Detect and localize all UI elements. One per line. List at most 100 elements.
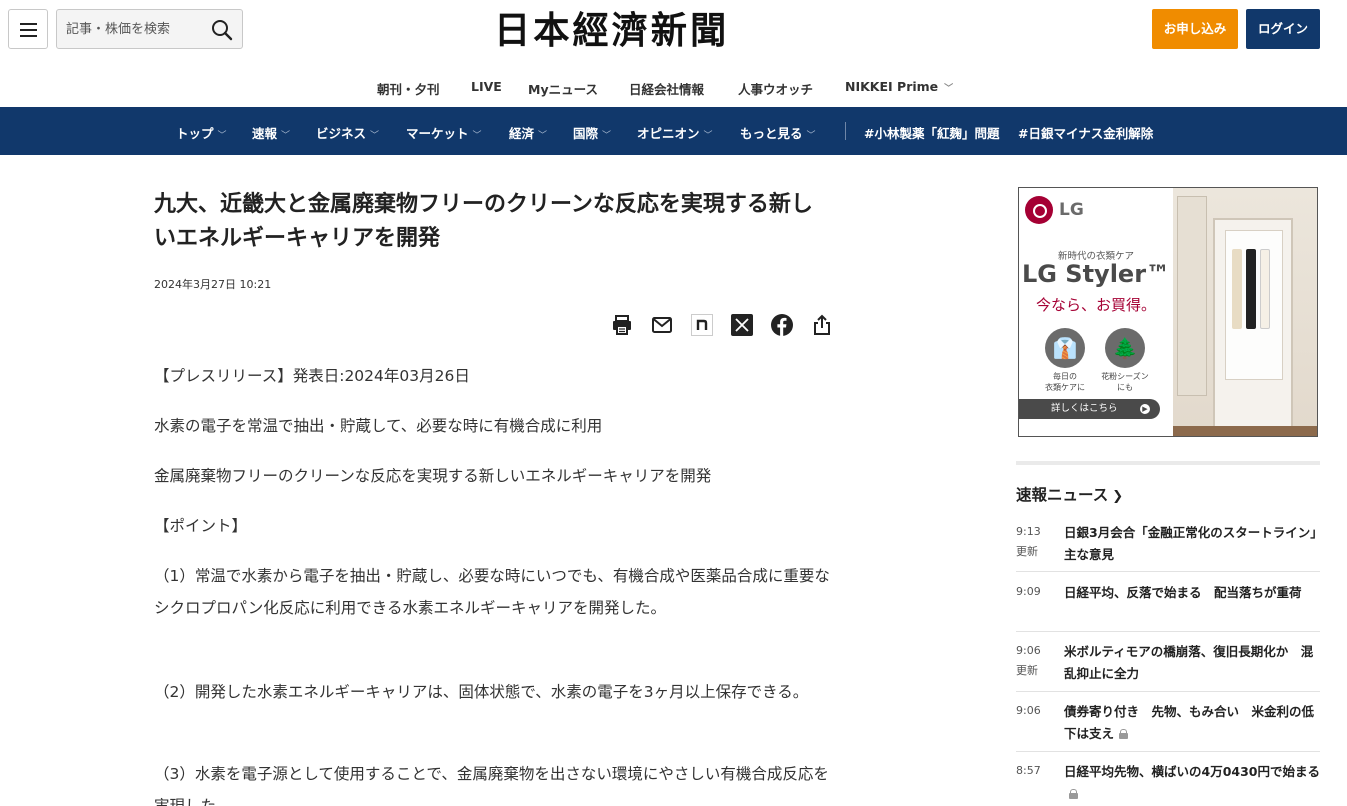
menu-line <box>20 35 37 37</box>
styler-cabinet-image <box>1213 218 1293 433</box>
nav-top[interactable]: トップ ﹀ <box>176 123 227 142</box>
facebook-icon[interactable] <box>768 311 796 339</box>
ad-title: LG Styler™ <box>1021 260 1171 288</box>
subnav-live[interactable]: LIVE <box>471 79 502 94</box>
chevron-down-icon: ﹀ <box>703 131 713 141</box>
news-time: 8:57 <box>1016 764 1041 777</box>
chevron-down-icon: ﹀ <box>538 131 548 141</box>
arrow-right-icon: ▶ <box>1140 404 1150 414</box>
news-title: 日経平均先物、横ばいの4万0430円で始まる <box>1064 761 1320 805</box>
nav-tag-boj-negative-rate[interactable]: #日銀マイナス金利解除 <box>1018 123 1153 142</box>
nikkei-logo[interactable]: 日本經濟新聞 <box>494 8 827 52</box>
news-time: 9:06 <box>1016 644 1041 657</box>
article-paragraph: （1）常温で水素から電子を抽出・貯蔵し、必要な時にいつでも、有機合成や医薬品合成… <box>154 567 830 617</box>
news-time: 9:09 <box>1016 585 1041 598</box>
nav-opinion-label: オピニオン <box>637 126 700 141</box>
subscribe-button[interactable]: お申し込み <box>1152 9 1238 49</box>
chevron-down-icon: ﹀ <box>806 131 816 141</box>
garment-image <box>1232 249 1242 329</box>
news-title: 日銀3月会合「金融正常化のスタートライン」 主な意見 <box>1064 525 1329 562</box>
news-separator <box>1016 751 1320 752</box>
share-toolbar <box>604 311 834 339</box>
chevron-down-icon: ﹀ <box>944 84 954 94</box>
nav-more[interactable]: もっと見る ﹀ <box>740 123 816 142</box>
ad-feature-pollen: 🌲 花粉シーズン にも <box>1099 328 1151 393</box>
lg-styler-ad[interactable]: LG 新時代の衣類ケア LG Styler™ 今なら、お買得。 👔 毎日の 衣類… <box>1018 187 1318 437</box>
hamburger-menu-button[interactable] <box>8 9 48 49</box>
nav-market[interactable]: マーケット ﹀ <box>406 123 482 142</box>
print-icon[interactable] <box>608 311 636 339</box>
share-icon[interactable] <box>808 311 836 339</box>
mail-icon[interactable] <box>648 311 676 339</box>
chevron-right-icon: ❯ <box>1112 489 1124 504</box>
nav-breaking[interactable]: 速報 ﹀ <box>252 123 290 142</box>
nav-business[interactable]: ビジネス ﹀ <box>316 123 379 142</box>
breaking-news-heading-label: 速報ニュース <box>1016 486 1109 504</box>
subnav-personnel-watch[interactable]: 人事ウオッチ <box>738 79 813 98</box>
menu-line <box>20 23 37 25</box>
ad-feature-label: 毎日の 衣類ケアに <box>1045 372 1085 392</box>
news-title: 米ボルティモアの橋崩落、復旧長期化か 混乱抑止に全力 <box>1064 644 1314 681</box>
lg-logo-mark <box>1025 196 1053 224</box>
ad-copy-panel: LG 新時代の衣類ケア LG Styler™ 今なら、お買得。 👔 毎日の 衣類… <box>1019 188 1173 436</box>
news-title: 債券寄り付き 先物、もみ合い 米金利の低下は支え <box>1064 701 1320 745</box>
breaking-news-heading[interactable]: 速報ニュース ❯ <box>1016 483 1123 505</box>
nav-international-label: 国際 <box>573 126 599 141</box>
nav-tag-kobayashi[interactable]: #小林製薬「紅麹」問題 <box>864 123 999 142</box>
news-separator <box>1016 571 1320 572</box>
chevron-down-icon: ﹀ <box>217 131 227 141</box>
news-separator <box>1016 631 1320 632</box>
chevron-down-icon: ﹀ <box>281 131 291 141</box>
news-time: 9:06 <box>1016 704 1041 717</box>
nav-economy-label: 経済 <box>509 126 535 141</box>
nav-market-label: マーケット <box>406 126 469 141</box>
garment-image <box>1246 249 1256 329</box>
login-button[interactable]: ログイン <box>1246 9 1320 49</box>
nav-international[interactable]: 国際 ﹀ <box>573 123 611 142</box>
news-updated-label: 更新 <box>1016 664 1038 677</box>
styler-door-image <box>1177 196 1207 396</box>
subnav-my-news[interactable]: Myニュース <box>528 79 598 98</box>
x-twitter-icon[interactable] <box>728 311 756 339</box>
search-input[interactable] <box>57 10 207 48</box>
main-navigation: トップ ﹀ 速報 ﹀ ビジネス ﹀ マーケット ﹀ 経済 ﹀ 国際 ﹀ オピニオン ﹀ もっと… <box>0 107 1347 155</box>
nav-top-label: トップ <box>176 126 214 141</box>
nav-economy[interactable]: 経済 ﹀ <box>509 123 547 142</box>
article-paragraph: （2）開発した水素エネルギーキャリアは、固体状態で、水素の電子を3ヶ月以上保存で… <box>154 683 809 701</box>
search-box <box>56 9 243 49</box>
search-icon[interactable] <box>210 18 234 42</box>
sidebar-divider <box>1016 461 1320 465</box>
chevron-down-icon: ﹀ <box>370 131 380 141</box>
chevron-down-icon: ﹀ <box>602 131 612 141</box>
note-icon[interactable] <box>688 311 716 339</box>
jacket-icon: 👔 <box>1045 328 1085 368</box>
news-title-text: 債券寄り付き 先物、もみ合い 米金利の低下は支え <box>1064 704 1315 741</box>
nav-opinion[interactable]: オピニオン ﹀ <box>637 123 713 142</box>
article-paragraph: 金属廃棄物フリーのクリーンな反応を実現する新しいエネルギーキャリアを開発 <box>154 467 712 485</box>
chevron-down-icon: ﹀ <box>472 131 482 141</box>
article-paragraph: 【ポイント】 <box>154 517 248 535</box>
sub-navigation: 朝刊・夕刊 LIVE Myニュース 日経会社情報 人事ウオッチ NIKKEI P… <box>0 72 1347 102</box>
ad-cta-label: 詳しくはこちら <box>1051 403 1118 414</box>
nav-more-label: もっと見る <box>740 126 803 141</box>
nav-divider <box>845 122 846 140</box>
article-paragraph: 水素の電子を常温で抽出・貯蔵して、必要な時に有機合成に利用 <box>154 417 603 435</box>
ad-cta-button[interactable]: 詳しくはこちら ▶ <box>1019 399 1160 419</box>
lg-brand: LG <box>1059 200 1084 220</box>
subnav-company-info[interactable]: 日経会社情報 <box>629 79 704 98</box>
garment-image <box>1260 249 1270 329</box>
article-title: 九大、近畿大と金属廃棄物フリーのクリーンな反応を実現する新しいエネルギーキャリア… <box>154 192 813 251</box>
ad-feature-daily-care: 👔 毎日の 衣類ケアに <box>1039 328 1091 393</box>
subnav-morning-evening-edition[interactable]: 朝刊・夕刊 <box>377 79 440 98</box>
menu-line <box>20 29 37 31</box>
article-paragraph: （3）水素を電子源として使用することで、金属廃棄物を出さない環境にやさしい有機合… <box>154 765 829 806</box>
news-title-text: 日経平均先物、横ばいの4万0430円で始まる <box>1064 764 1320 779</box>
article-paragraph: 【プレスリリース】発表日:2024年03月26日 <box>154 367 470 385</box>
news-separator <box>1016 691 1320 692</box>
tree-icon: 🌲 <box>1105 328 1145 368</box>
news-updated-label: 更新 <box>1016 545 1038 558</box>
rug-image <box>1173 426 1317 436</box>
subnav-nikkei-prime[interactable]: NIKKEI Prime ﹀ <box>845 79 953 94</box>
ad-offer: 今なら、お買得。 <box>1035 296 1156 314</box>
news-time: 9:13 <box>1016 525 1041 538</box>
